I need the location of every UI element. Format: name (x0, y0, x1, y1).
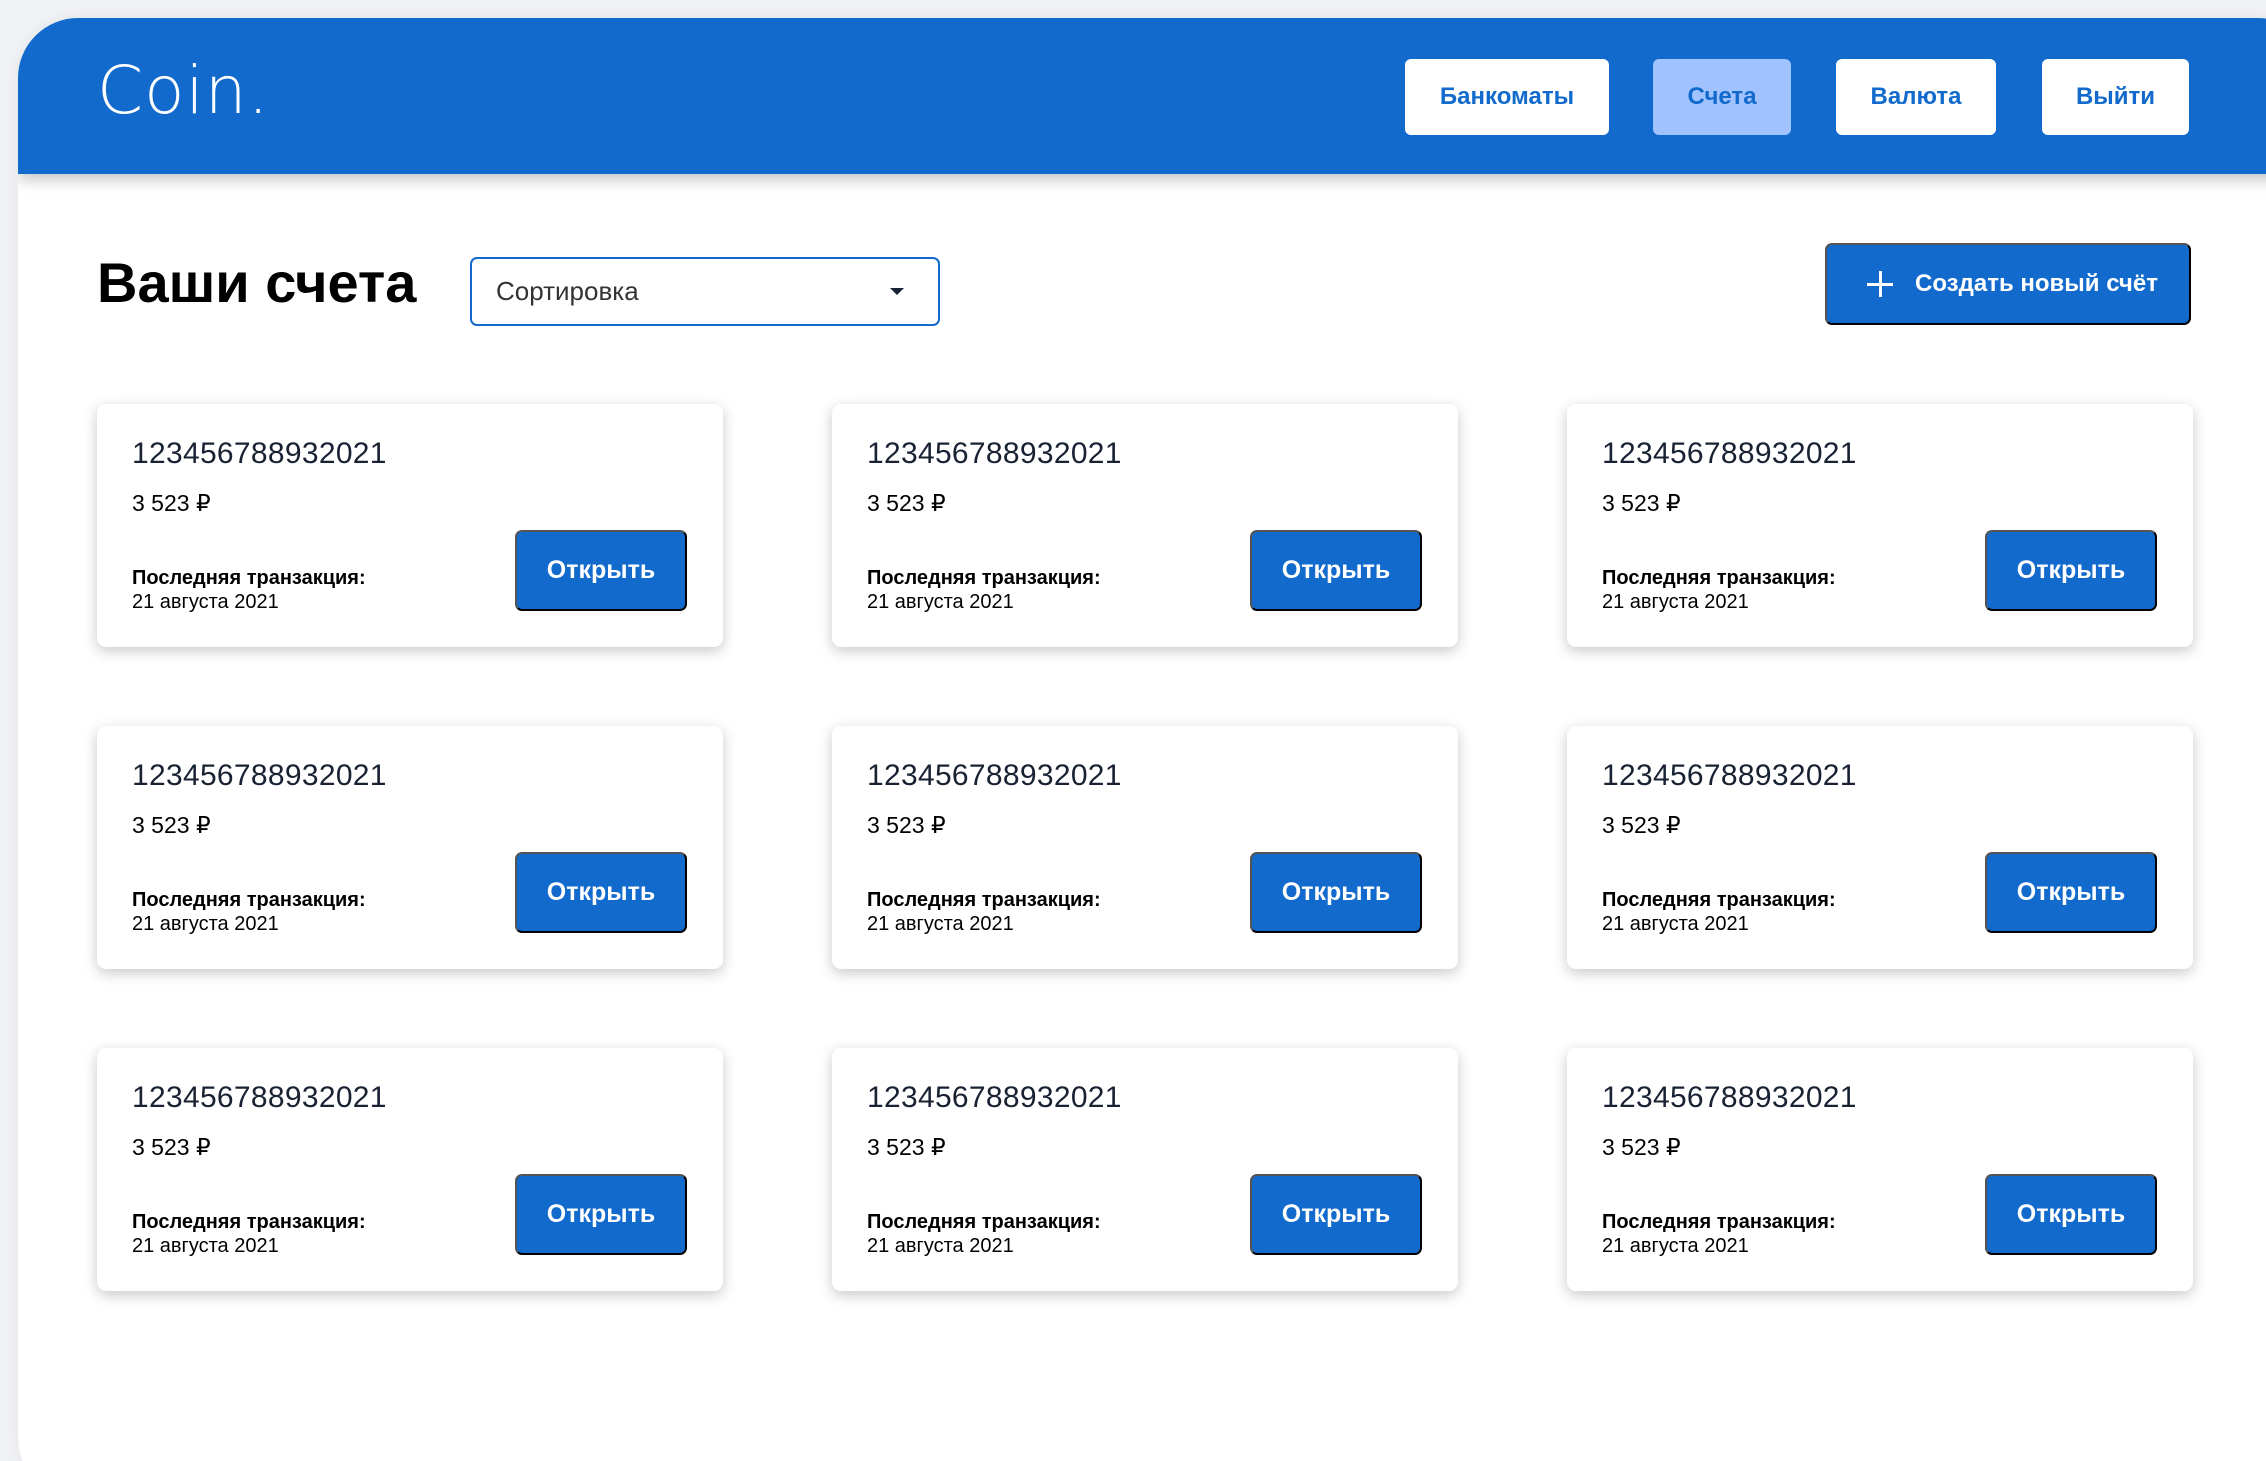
top-header: Coin. Банкоматы Счета Валюта Выйти (18, 18, 2266, 174)
sort-select-label: Сортировка (496, 276, 639, 306)
last-transaction-date: 21 августа 2021 (1602, 591, 1749, 613)
last-transaction-date: 21 августа 2021 (132, 913, 279, 935)
open-account-button[interactable]: Открыть (1985, 530, 2157, 611)
last-transaction-date: 21 августа 2021 (867, 913, 1014, 935)
account-card: 123456788932021 3 523 ₽ Последняя транза… (832, 726, 1458, 969)
account-number: 123456788932021 (132, 1081, 387, 1114)
account-card: 123456788932021 3 523 ₽ Последняя транза… (97, 1048, 723, 1291)
accounts-grid: 123456788932021 3 523 ₽ Последняя транза… (97, 404, 2193, 1291)
open-account-button[interactable]: Открыть (515, 530, 687, 611)
open-account-button[interactable]: Открыть (515, 1174, 687, 1255)
account-balance: 3 523 ₽ (132, 490, 211, 516)
account-card: 123456788932021 3 523 ₽ Последняя транза… (832, 1048, 1458, 1291)
last-transaction-label: Последняя транзакция: (1602, 567, 1836, 589)
account-card: 123456788932021 3 523 ₽ Последняя транза… (832, 404, 1458, 647)
account-balance: 3 523 ₽ (1602, 1134, 1681, 1160)
account-card: 123456788932021 3 523 ₽ Последняя транза… (1567, 404, 2193, 647)
account-balance: 3 523 ₽ (132, 812, 211, 838)
last-transaction-label: Последняя транзакция: (132, 567, 366, 589)
last-transaction-label: Последняя транзакция: (1602, 1211, 1836, 1233)
last-transaction-label: Последняя транзакция: (867, 889, 1101, 911)
account-card: 123456788932021 3 523 ₽ Последняя транза… (97, 404, 723, 647)
account-number: 123456788932021 (867, 759, 1122, 792)
account-balance: 3 523 ₽ (1602, 812, 1681, 838)
open-account-button[interactable]: Открыть (1985, 1174, 2157, 1255)
nav-atm-button[interactable]: Банкоматы (1405, 59, 1609, 135)
last-transaction-date: 21 августа 2021 (1602, 913, 1749, 935)
open-account-button[interactable]: Открыть (1250, 530, 1422, 611)
account-number: 123456788932021 (1602, 437, 1857, 470)
account-number: 123456788932021 (1602, 1081, 1857, 1114)
nav-accounts-button[interactable]: Счета (1653, 59, 1791, 135)
sort-select[interactable]: Сортировка (470, 257, 940, 326)
page-title: Ваши счета (97, 251, 417, 314)
last-transaction-date: 21 августа 2021 (1602, 1235, 1749, 1257)
app-window: Coin. Банкоматы Счета Валюта Выйти Ваши … (18, 18, 2266, 1461)
open-account-button[interactable]: Открыть (515, 852, 687, 933)
open-account-button[interactable]: Открыть (1985, 852, 2157, 933)
chevron-down-icon (890, 288, 904, 295)
last-transaction-date: 21 августа 2021 (867, 1235, 1014, 1257)
last-transaction-label: Последняя транзакция: (132, 1211, 366, 1233)
account-balance: 3 523 ₽ (867, 812, 946, 838)
last-transaction-label: Последняя транзакция: (1602, 889, 1836, 911)
account-number: 123456788932021 (132, 759, 387, 792)
last-transaction-label: Последняя транзакция: (867, 567, 1101, 589)
account-number: 123456788932021 (1602, 759, 1857, 792)
open-account-button[interactable]: Открыть (1250, 1174, 1422, 1255)
plus-icon (1867, 271, 1893, 297)
create-account-label: Создать новый счёт (1915, 270, 2158, 297)
account-number: 123456788932021 (132, 437, 387, 470)
account-number: 123456788932021 (867, 1081, 1122, 1114)
account-balance: 3 523 ₽ (867, 490, 946, 516)
app-logo: Coin. (97, 52, 270, 129)
create-account-button[interactable]: Создать новый счёт (1825, 243, 2191, 325)
last-transaction-label: Последняя транзакция: (867, 1211, 1101, 1233)
account-card: 123456788932021 3 523 ₽ Последняя транза… (1567, 726, 2193, 969)
account-card: 123456788932021 3 523 ₽ Последняя транза… (97, 726, 723, 969)
last-transaction-date: 21 августа 2021 (867, 591, 1014, 613)
account-balance: 3 523 ₽ (867, 1134, 946, 1160)
account-card: 123456788932021 3 523 ₽ Последняя транза… (1567, 1048, 2193, 1291)
last-transaction-label: Последняя транзакция: (132, 889, 366, 911)
account-balance: 3 523 ₽ (1602, 490, 1681, 516)
nav-currency-button[interactable]: Валюта (1836, 59, 1996, 135)
nav-logout-button[interactable]: Выйти (2042, 59, 2189, 135)
last-transaction-date: 21 августа 2021 (132, 1235, 279, 1257)
open-account-button[interactable]: Открыть (1250, 852, 1422, 933)
account-balance: 3 523 ₽ (132, 1134, 211, 1160)
account-number: 123456788932021 (867, 437, 1122, 470)
last-transaction-date: 21 августа 2021 (132, 591, 279, 613)
